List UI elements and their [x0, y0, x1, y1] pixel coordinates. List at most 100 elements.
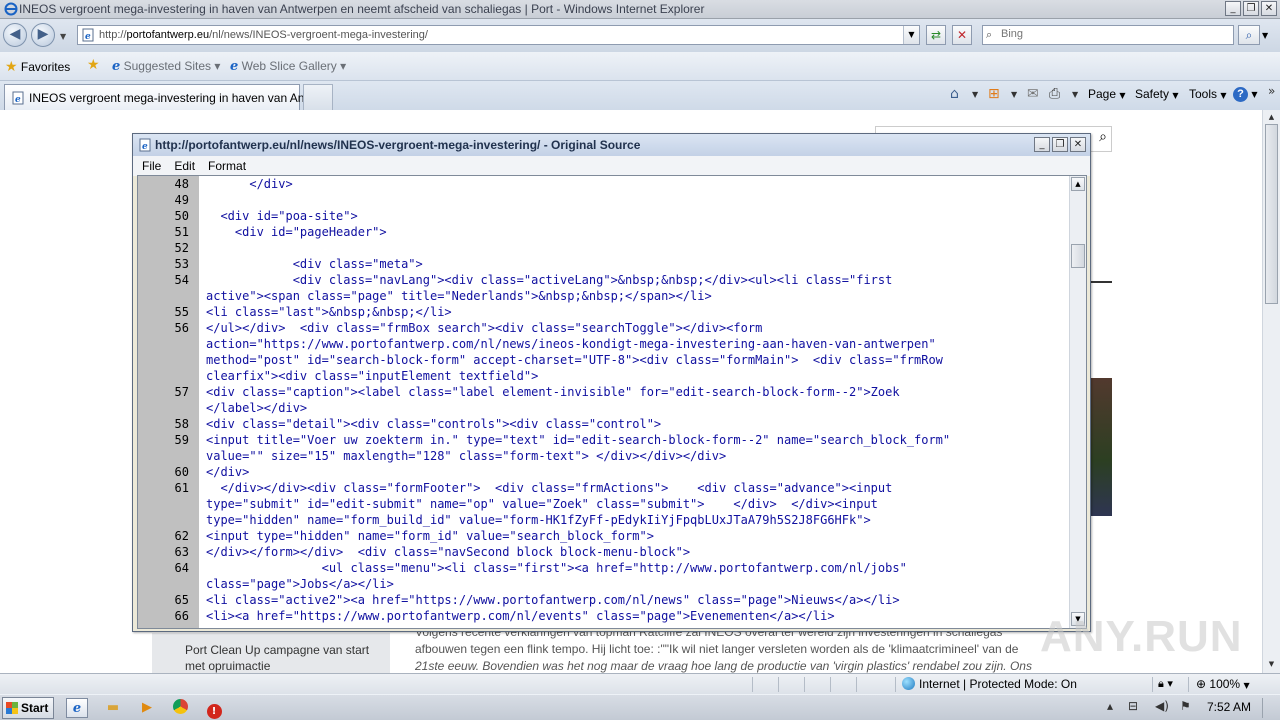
taskbar-explorer-button[interactable]: ▬ [102, 698, 124, 718]
zoom-level[interactable]: ⊕ 100% ▼ [1196, 677, 1250, 691]
ie-title-bar: INEOS vergroent mega-investering in have… [0, 0, 1280, 19]
source-line: class="page">Jobs</a></li> [138, 576, 1070, 592]
more-chevron-icon[interactable]: » [1268, 84, 1275, 98]
source-line: 65 <li class="active2"><a href="https://w… [138, 592, 1070, 608]
maximize-button[interactable]: ❐ [1243, 1, 1259, 16]
address-dropdown-button[interactable]: ▼ [903, 26, 919, 44]
security-zone[interactable]: Internet | Protected Mode: On [902, 677, 1077, 691]
page-menu[interactable]: Page ▼ [1088, 87, 1126, 101]
taskbar-ie-button[interactable]: e [66, 698, 88, 718]
line-text: class="page">Jobs</a></li> [206, 577, 394, 591]
line-number: 52 [174, 241, 189, 255]
line-number: 66 [174, 609, 189, 623]
format-menu[interactable]: Format [199, 156, 250, 173]
source-line: value="" size="15" maxlength="128" class… [138, 448, 1070, 464]
web-slice-gallery-link[interactable]: e Web Slice Gallery ▾ [230, 59, 346, 74]
source-menu-bar: File Edit Format [133, 156, 1090, 176]
safety-menu[interactable]: Safety ▼ [1135, 87, 1179, 101]
stop-button[interactable]: ✕ [952, 25, 972, 45]
line-number: 65 [174, 593, 189, 607]
status-divider [1152, 677, 1153, 692]
line-text: value="" size="15" maxlength="128" class… [206, 449, 727, 463]
home-icon[interactable]: ⌂ [950, 86, 959, 102]
line-text: <div class="meta"> [206, 257, 423, 271]
source-line: 66 <li><a href="https://www.portofantwerp… [138, 608, 1070, 624]
read-mail-icon[interactable]: ✉ [1027, 86, 1039, 102]
taskbar-clock[interactable]: 7:52 AM [1207, 700, 1251, 714]
view-source-window: e http://portofantwerp.eu/nl/news/INEOS-… [132, 133, 1091, 632]
edit-menu[interactable]: Edit [165, 156, 199, 173]
recent-pages-dropdown[interactable]: ▼ [60, 32, 66, 41]
search-options-dropdown[interactable]: ▼ [1262, 31, 1268, 40]
status-divider [1188, 677, 1189, 692]
tray-flag-icon[interactable]: ⚑ [1180, 699, 1191, 713]
favorites-bar: ★ Favorites ★ e Suggested Sites ▾ e Web … [0, 52, 1280, 81]
address-bar[interactable]: e http://portofantwerp.eu/nl/news/INEOS-… [77, 25, 920, 45]
source-line: type="hidden" name="form_build_id" value… [138, 512, 1070, 528]
new-tab-button[interactable] [303, 84, 333, 110]
show-desktop-button[interactable] [1262, 698, 1278, 718]
print-dropdown[interactable]: ▼ [1072, 90, 1078, 99]
minimize-button[interactable]: _ [1225, 1, 1241, 16]
search-button[interactable]: ⌕ [1238, 25, 1260, 45]
taskbar-app-button[interactable]: ! [203, 698, 225, 719]
line-text: </label></div> [206, 401, 308, 415]
search-input[interactable] [1001, 28, 1221, 40]
globe-icon [902, 677, 915, 690]
page-scrollbar[interactable]: ▲ ▼ [1262, 110, 1280, 673]
protected-mode-lock-icon[interactable]: 🔒︎ ▾ [1158, 677, 1173, 691]
help-menu[interactable]: ? ▼ [1233, 86, 1258, 102]
feeds-icon[interactable]: ⊞ [988, 86, 1000, 102]
source-maximize-button[interactable]: ❐ [1052, 137, 1068, 152]
line-text: </ul></div> <div class="frmBox search"><… [206, 321, 763, 335]
tab-active[interactable]: e INEOS vergroent mega-investering in ha… [4, 84, 318, 110]
print-icon[interactable]: ⎙ [1049, 86, 1060, 102]
scroll-down-arrow[interactable]: ▼ [1265, 658, 1278, 670]
source-close-button[interactable]: ✕ [1070, 137, 1086, 152]
suggested-sites-link[interactable]: e Suggested Sites ▾ [112, 59, 220, 74]
news-sidebar-item[interactable]: Port Clean Up campagne van start met opr… [152, 633, 390, 673]
forward-button[interactable]: ▶ [31, 23, 55, 47]
source-scroll-up-arrow[interactable]: ▲ [1071, 177, 1085, 191]
line-text: <li class="active2"><a href="https://www… [206, 593, 900, 607]
page-icon: e [82, 28, 94, 42]
refresh-button[interactable]: ⇄ [926, 25, 946, 45]
article-photo [1090, 378, 1112, 516]
search-box[interactable]: ⌕ [982, 25, 1234, 45]
file-menu[interactable]: File [133, 156, 165, 173]
taskbar-chrome-button[interactable] [169, 698, 191, 718]
status-divider [895, 677, 896, 692]
start-button[interactable]: Start [2, 697, 54, 719]
source-line: 52 [138, 240, 1070, 256]
add-favorite-icon: ★ [87, 57, 100, 73]
stop-icon: ✕ [956, 28, 968, 42]
add-to-favorites-bar-button[interactable]: ★ [87, 57, 100, 73]
page-scroll-thumb[interactable] [1265, 124, 1278, 304]
source-line: active"><span class="page" title="Nederl… [138, 288, 1070, 304]
back-button[interactable]: ◀ [3, 23, 27, 47]
line-number: 60 [174, 465, 189, 479]
news-sidebar-link[interactable]: Port Clean Up campagne van start met opr… [185, 642, 375, 674]
tray-expand-icon[interactable]: ▴ [1107, 699, 1113, 713]
line-text: action="https://www.portofantwerp.com/nl… [206, 337, 936, 351]
source-scroll-thumb[interactable] [1071, 244, 1085, 268]
source-code-view[interactable]: 48 </div> 49 50 <div id="poa-site"> 51 <div… [137, 175, 1087, 629]
taskbar-media-player-button[interactable]: ▶ [136, 698, 158, 718]
source-scrollbar[interactable]: ▲ ▼ [1069, 176, 1086, 628]
source-minimize-button[interactable]: _ [1034, 137, 1050, 152]
favorites-button[interactable]: ★ Favorites [5, 59, 70, 75]
alert-icon: ! [206, 704, 222, 719]
favorites-star-icon: ★ [5, 59, 18, 75]
tray-volume-icon[interactable]: ◀) [1155, 699, 1169, 713]
home-dropdown[interactable]: ▼ [972, 90, 978, 99]
address-url[interactable]: http://portofantwerp.eu/nl/news/INEOS-ve… [99, 29, 428, 41]
tools-menu[interactable]: Tools ▼ [1189, 87, 1227, 101]
forward-arrow-icon: ▶ [37, 26, 49, 42]
scroll-up-arrow[interactable]: ▲ [1265, 111, 1278, 123]
close-button[interactable]: ✕ [1261, 1, 1277, 16]
line-number: 51 [174, 225, 189, 239]
tray-network-icon[interactable]: ⊟ [1128, 699, 1138, 713]
feeds-dropdown[interactable]: ▼ [1011, 90, 1017, 99]
line-text: <div class="navLang"><div class="activeL… [206, 273, 893, 287]
line-text: <div id="poa-site"> [206, 209, 358, 223]
